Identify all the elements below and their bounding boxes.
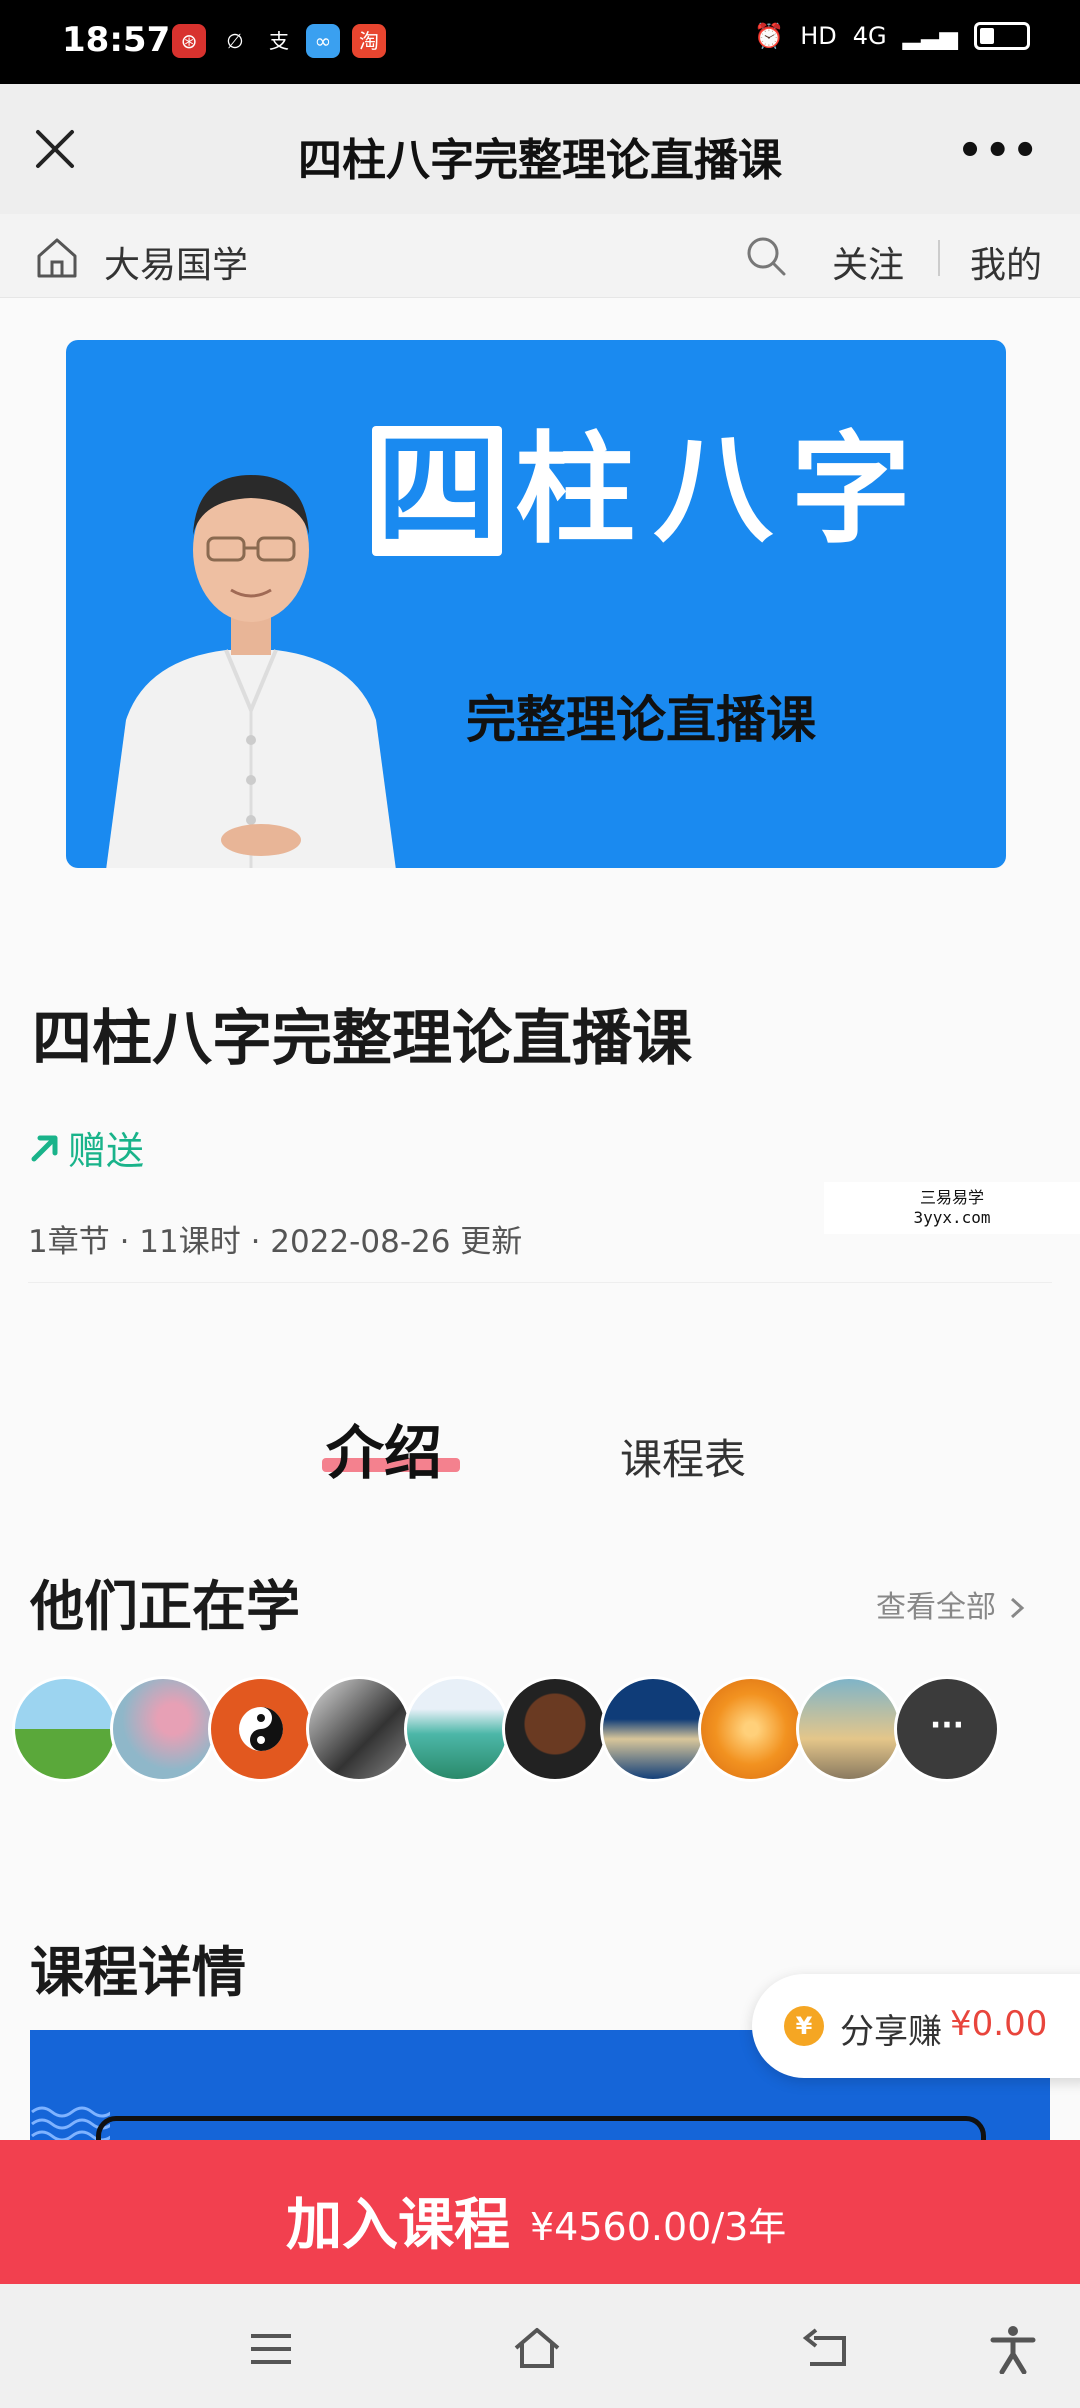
view-all-label: 查看全部 xyxy=(876,1590,996,1625)
banner-big-title: 四 柱 八 字 xyxy=(372,426,916,556)
coin-icon: ¥ xyxy=(784,2006,824,2046)
main-content: 四 柱 八 字 完整理论直播课 四柱八字完整理论直播课 赠送 1章节 · 11课… xyxy=(0,298,1080,2140)
home-icon[interactable] xyxy=(34,234,80,280)
avatar[interactable] xyxy=(502,1676,608,1782)
signal-icon: ▂▃▅ xyxy=(902,22,958,50)
divider xyxy=(938,240,940,276)
alipay-icon: 支 xyxy=(269,29,289,53)
accessibility-icon[interactable] xyxy=(988,2324,1038,2374)
watermark-line: 三易易学 xyxy=(919,1188,984,1207)
view-all-link[interactable]: 查看全部 xyxy=(876,1582,1028,1626)
banner-subtitle: 完整理论直播课 xyxy=(466,691,816,749)
watermark: 三易易学 3yyx.com xyxy=(824,1182,1080,1234)
share-label: 分享赚 xyxy=(840,2012,942,2052)
avatar[interactable] xyxy=(600,1676,706,1782)
avatar[interactable] xyxy=(404,1676,510,1782)
alarm-icon: ⏰ xyxy=(754,22,785,50)
details-title: 课程详情 xyxy=(30,1941,246,2004)
watermark-line: 3yyx.com xyxy=(913,1208,991,1227)
battery-icon xyxy=(974,22,1030,50)
more-icon[interactable]: ••• xyxy=(957,128,1040,174)
details-frame xyxy=(96,2116,986,2140)
gift-label: 赠送 xyxy=(68,1129,145,1173)
status-bar: 18:57 ⊛ ∅ 支 ∞ 淘 ⏰ HD 4G ▂▃▅ xyxy=(0,0,1080,84)
banner-char: 八 xyxy=(653,421,773,560)
follow-button[interactable]: 关注 xyxy=(832,236,904,288)
join-price: ¥4560.00/3年 xyxy=(530,2205,787,2249)
tab-intro[interactable]: 介绍 xyxy=(326,1406,442,1490)
link-icon: ∅ xyxy=(226,29,244,53)
shop-name[interactable]: 大易国学 xyxy=(104,236,248,288)
network-icon: 4G xyxy=(852,22,887,50)
join-course-button[interactable]: 加入课程 ¥4560.00/3年 xyxy=(0,2140,1080,2284)
join-label: 加入课程 xyxy=(286,2193,510,2258)
shop-bar: 大易国学 关注 我的 xyxy=(0,214,1080,298)
mine-button[interactable]: 我的 xyxy=(970,236,1042,288)
avatar[interactable] xyxy=(208,1676,314,1782)
banner-char: 四 xyxy=(372,426,502,556)
yin-yang-icon xyxy=(239,1707,283,1751)
title-bar: 四柱八字完整理论直播课 ••• xyxy=(0,84,1080,214)
divider xyxy=(28,1282,1052,1283)
more-avatars-button[interactable]: ··· xyxy=(894,1676,1000,1782)
share-amount: ¥0.00 xyxy=(950,2004,1048,2044)
hd-icon: HD xyxy=(800,22,837,50)
share-earn-button[interactable]: ¥ 分享赚 ¥0.00 xyxy=(752,1974,1080,2078)
cloud-icon: ∞ xyxy=(306,24,340,58)
course-meta: 1章节 · 11课时 · 2022-08-26 更新 xyxy=(28,1224,523,1260)
bank-icon: ⊛ xyxy=(172,24,206,58)
learners-title: 他们正在学 xyxy=(30,1575,300,1638)
gift-link[interactable]: 赠送 xyxy=(28,1120,144,1175)
arrow-up-right-icon xyxy=(31,1135,58,1161)
taobao-icon: 淘 xyxy=(352,24,386,58)
chevron-right-icon xyxy=(1010,1597,1024,1619)
avatar[interactable] xyxy=(698,1676,804,1782)
menu-icon[interactable] xyxy=(246,2324,296,2374)
course-banner[interactable]: 四 柱 八 字 完整理论直播课 xyxy=(66,340,1006,868)
search-icon[interactable] xyxy=(744,234,788,278)
banner-char: 字 xyxy=(791,421,911,560)
avatar[interactable] xyxy=(12,1676,118,1782)
home-icon[interactable] xyxy=(512,2324,562,2374)
avatar[interactable] xyxy=(306,1676,412,1782)
back-icon[interactable] xyxy=(800,2324,850,2374)
learner-avatars: ··· xyxy=(12,1676,1000,1782)
system-nav-bar xyxy=(0,2284,1080,2408)
course-title: 四柱八字完整理论直播课 xyxy=(32,1004,692,1074)
tab-schedule[interactable]: 课程表 xyxy=(620,1426,746,1487)
status-time: 18:57 xyxy=(62,20,171,60)
avatar[interactable] xyxy=(796,1676,902,1782)
page-title: 四柱八字完整理论直播课 xyxy=(298,135,782,186)
teacher-image xyxy=(106,475,396,868)
avatar[interactable] xyxy=(110,1676,216,1782)
banner-char: 柱 xyxy=(515,421,635,560)
